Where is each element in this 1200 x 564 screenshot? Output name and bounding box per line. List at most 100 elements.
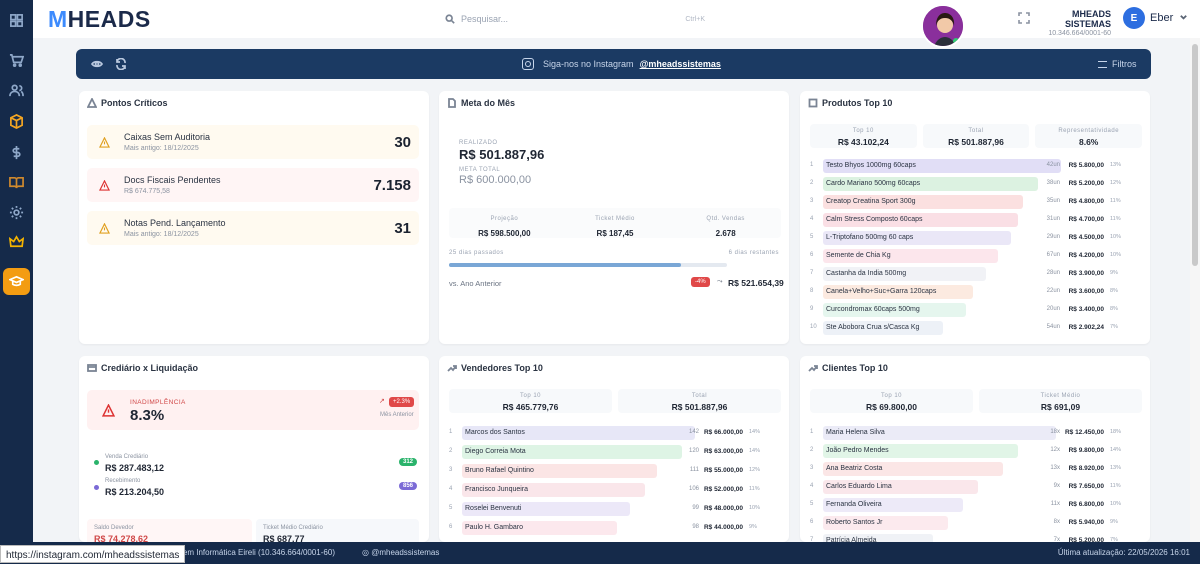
kpi-value: R$ 598.500,00 bbox=[478, 229, 531, 238]
ranking-row[interactable]: 5 Fernanda Oliveira 11x R$ 6.800,00 10% bbox=[810, 498, 1142, 512]
row-units: 98 bbox=[692, 524, 699, 530]
row-percent: 13% bbox=[1110, 465, 1122, 471]
footer-instagram[interactable]: ◎ @mheadssistemas bbox=[362, 548, 439, 557]
row-name: Ana Beatriz Costa bbox=[826, 465, 883, 472]
row-units: 18x bbox=[1050, 429, 1060, 435]
ranking-row[interactable]: 3 Ana Beatriz Costa 13x R$ 8.920,00 13% bbox=[810, 462, 1142, 476]
user-name[interactable]: Eber bbox=[1150, 12, 1173, 24]
ranking-row[interactable]: 5 L-Triptofano 500mg 60 caps 29un R$ 4.500,… bbox=[810, 231, 1142, 245]
row-value: R$ 4.200,00 bbox=[1068, 252, 1104, 259]
ranking-row[interactable]: 8 Canela+Velho+Suc+Garra 120caps 22un R$ 3.… bbox=[810, 285, 1142, 299]
row-percent: 9% bbox=[1110, 270, 1118, 276]
kpi-ticket: Ticket Médio R$ 691,09 bbox=[979, 389, 1142, 413]
ranking-row[interactable]: 2 Diego Correia Mota 120 R$ 63.000,00 14% bbox=[449, 445, 781, 459]
critical-item[interactable]: Caixas Sem Auditoria Mais antigo: 18/12/2… bbox=[87, 125, 419, 159]
card-title: Meta do Mês bbox=[461, 98, 516, 108]
alert-triangle-icon bbox=[98, 222, 111, 234]
realizado-label: REALIZADO bbox=[459, 140, 498, 146]
days-passed: 25 dias passados bbox=[449, 250, 504, 256]
fullscreen-icon[interactable] bbox=[1018, 12, 1030, 24]
users-icon[interactable] bbox=[6, 80, 27, 101]
scrollbar-thumb[interactable] bbox=[1192, 44, 1198, 266]
gear-icon[interactable] bbox=[6, 202, 27, 223]
graduation-cap-icon[interactable] bbox=[3, 268, 30, 295]
row-name: Curcondromax 60caps 500mg bbox=[826, 306, 920, 313]
dollar-icon[interactable] bbox=[6, 142, 27, 163]
ranking-row[interactable]: 3 Creatop Creatina Sport 300g 35un R$ 4.800… bbox=[810, 195, 1142, 209]
ticket-box: Ticket Médio Crediário R$ 687,77 bbox=[256, 519, 419, 542]
clientes-kpis: Top 10 R$ 69.800,00 Ticket Médio R$ 691,09 bbox=[810, 389, 1142, 413]
chevron-down-icon[interactable] bbox=[1179, 13, 1188, 22]
row-units: 12x bbox=[1050, 447, 1060, 453]
filters-button[interactable]: Filtros bbox=[1098, 59, 1137, 69]
critical-item[interactable]: Notas Pend. Lançamento Mais antigo: 18/12… bbox=[87, 211, 419, 245]
footer-company: gia em Informática Eireli (10.346.664/00… bbox=[170, 548, 335, 557]
venda-dot bbox=[94, 460, 99, 465]
critical-item[interactable]: Docs Fiscais Pendentes R$ 674.775,58 7.158 bbox=[87, 168, 419, 202]
ranking-row[interactable]: 9 Curcondromax 60caps 500mg 20un R$ 3.400,0… bbox=[810, 303, 1142, 317]
row-percent: 11% bbox=[1110, 216, 1121, 222]
row-percent: 11% bbox=[1110, 483, 1121, 489]
ranking-row[interactable]: 1 Maria Helena Silva 18x R$ 12.450,00 18% bbox=[810, 426, 1142, 440]
row-units: 120 bbox=[688, 448, 699, 454]
progress-fill bbox=[449, 263, 682, 267]
ranking-row[interactable]: 2 João Pedro Mendes 12x R$ 9.800,00 14% bbox=[810, 444, 1142, 458]
row-percent: 13% bbox=[1110, 162, 1122, 168]
item-title: Docs Fiscais Pendentes bbox=[124, 175, 221, 185]
row-units: 20un bbox=[1046, 306, 1060, 312]
row-units: 9x bbox=[1053, 483, 1060, 489]
logo[interactable]: MHEADS bbox=[48, 6, 151, 33]
card-title: Crediário x Liquidação bbox=[101, 363, 199, 373]
ranking-row[interactable]: 1 Testo Bhyos 1000mg 60caps 42un R$ 5.800,0… bbox=[810, 159, 1142, 173]
ranking-row[interactable]: 1 Marcos dos Santos 142 R$ 66.000,00 14% bbox=[449, 426, 781, 440]
footer-updated: Última atualização: 22/05/2026 16:01 bbox=[1057, 548, 1190, 557]
rank: 3 bbox=[810, 198, 814, 204]
ranking-row[interactable]: 4 Francisco Junqueira 106 R$ 52.000,00 11% bbox=[449, 483, 781, 497]
banner-handle[interactable]: @mheadssistemas bbox=[640, 59, 721, 69]
cart-icon[interactable] bbox=[6, 50, 27, 71]
row-name: Maria Helena Silva bbox=[826, 429, 885, 436]
row-value: R$ 52.000,00 bbox=[703, 486, 743, 493]
ranking-row[interactable]: 3 Bruno Rafael Quintino 111 R$ 55.000,00 12% bbox=[449, 464, 781, 478]
ranking-row[interactable]: 7 Patrícia Almeida 7x R$ 5.200,00 7% bbox=[810, 534, 1142, 542]
ranking-row[interactable]: 6 Paulo H. Gambaro 98 R$ 44.000,00 9% bbox=[449, 521, 781, 535]
ranking-row[interactable]: 5 Roselei Benvenuti 99 R$ 48.000,00 10% bbox=[449, 502, 781, 516]
dashboard-grid-icon[interactable] bbox=[6, 10, 27, 31]
ranking-row[interactable]: 4 Carlos Eduardo Lima 9x R$ 7.650,00 11% bbox=[810, 480, 1142, 494]
alert-triangle-icon bbox=[102, 404, 115, 417]
eye-icon[interactable] bbox=[90, 58, 104, 70]
ranking-row[interactable]: 6 Roberto Santos Jr 8x R$ 5.940,00 9% bbox=[810, 516, 1142, 530]
inadimplencia-box: INADIMPLÊNCIA 8.3% +2.3% ↗ Mês Anterior bbox=[87, 390, 419, 430]
row-percent: 12% bbox=[1110, 180, 1122, 186]
box-icon[interactable] bbox=[6, 111, 27, 132]
pontos-criticos-card: Pontos Críticos Caixas Sem Auditoria Mais… bbox=[79, 91, 429, 344]
row-percent: 8% bbox=[1110, 306, 1118, 312]
assistant-avatar[interactable] bbox=[921, 4, 965, 48]
refresh-icon[interactable] bbox=[115, 57, 127, 71]
kpi-label: Representatividade bbox=[1035, 126, 1143, 134]
user-avatar[interactable]: E bbox=[1123, 7, 1145, 29]
rank: 6 bbox=[810, 252, 814, 258]
instagram-link[interactable]: Siga-nos no Instagram @mheadssistemas bbox=[522, 58, 721, 70]
ranking-row[interactable]: 7 Castanha da India 500mg 28un R$ 3.900,00 9… bbox=[810, 267, 1142, 281]
row-value: R$ 5.200,00 bbox=[1068, 180, 1104, 187]
venda-label: Venda Crediário bbox=[105, 454, 149, 460]
kpi-value: 8.6% bbox=[1035, 135, 1143, 147]
ranking-row[interactable]: 6 Semente de Chia Kg 67un R$ 4.200,00 10% bbox=[810, 249, 1142, 263]
search-bar[interactable]: Pesquisar... Ctrl+K bbox=[445, 9, 705, 29]
crown-icon[interactable] bbox=[6, 232, 27, 253]
ranking-row[interactable]: 2 Cardo Mariano 500mg 60caps 38un R$ 5.200,… bbox=[810, 177, 1142, 191]
ranking-row[interactable]: 4 Calm Stress Composto 60caps 31un R$ 4.700… bbox=[810, 213, 1142, 227]
vs-value: R$ 521.654,39 bbox=[728, 278, 784, 288]
rank: 1 bbox=[810, 162, 814, 168]
book-icon[interactable] bbox=[6, 172, 27, 193]
ranking-row[interactable]: 10 Ste Abobora Crua s/Casca Kg 54un R$ 2.90… bbox=[810, 321, 1142, 335]
kpi-qtd: Qtd. Vendas 2.678 bbox=[670, 208, 781, 238]
row-name: Calm Stress Composto 60caps bbox=[826, 216, 923, 223]
top-header: MHEADS Pesquisar... Ctrl+K MHEADS SISTEM… bbox=[33, 0, 1200, 38]
row-percent: 14% bbox=[1110, 447, 1122, 453]
rank: 1 bbox=[810, 429, 814, 435]
saldo-label: Saldo Devedor bbox=[94, 525, 134, 531]
kpi-total: Total R$ 501.887,96 bbox=[618, 389, 781, 413]
row-units: 35un bbox=[1046, 198, 1060, 204]
